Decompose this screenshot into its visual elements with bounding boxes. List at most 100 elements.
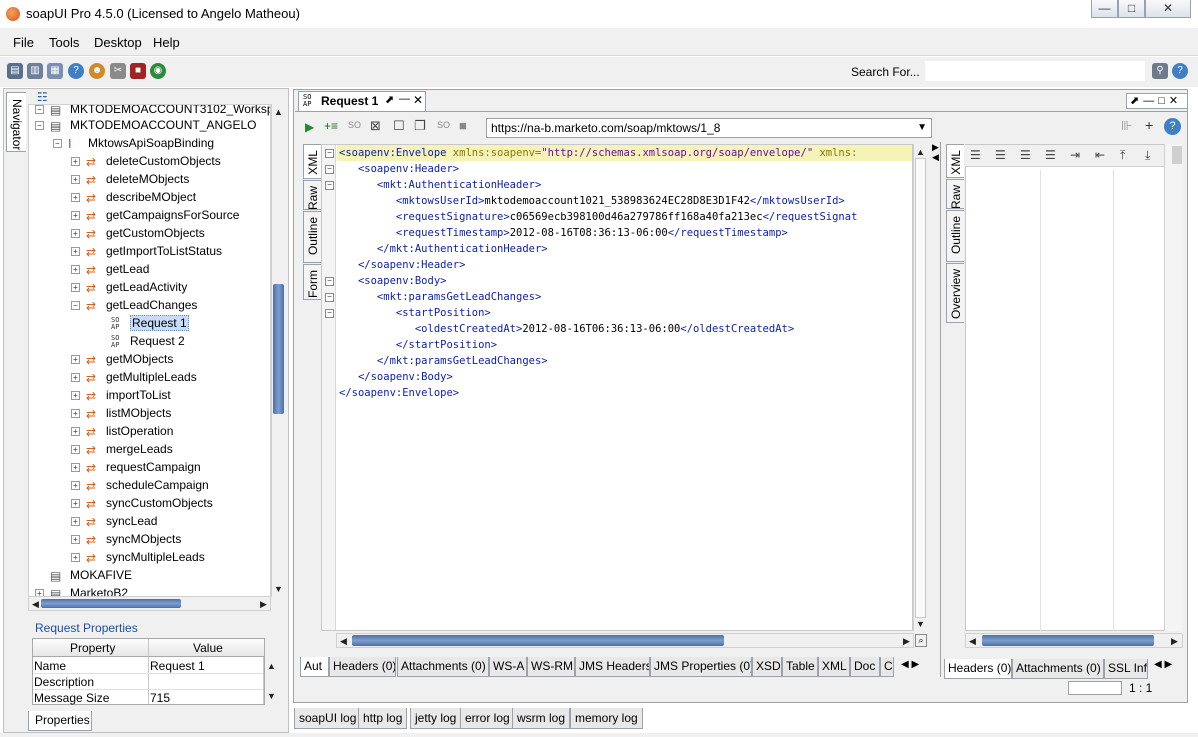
- binoculars-icon[interactable]: ⚲: [1152, 63, 1168, 79]
- indent-icon[interactable]: ⇥: [1070, 148, 1080, 162]
- response-tab-attachments[interactable]: Attachments (0): [1012, 659, 1104, 679]
- tree-item-operation[interactable]: + ⇄ importToList: [71, 386, 171, 404]
- users-icon[interactable]: ☻: [89, 63, 105, 79]
- property-value[interactable]: 715: [150, 691, 170, 705]
- add-icon[interactable]: +: [1145, 117, 1153, 133]
- help-icon[interactable]: ?: [1172, 63, 1188, 79]
- expand-icon[interactable]: +: [71, 193, 80, 203]
- tree-item-operation[interactable]: + ⇄ listMObjects: [71, 404, 171, 422]
- fold-icon[interactable]: −: [325, 181, 334, 190]
- tree-item-operation[interactable]: + ⇄ describeMObject: [71, 188, 196, 206]
- expand-icon[interactable]: +: [71, 445, 80, 455]
- outdent-icon[interactable]: ⇤: [1095, 148, 1105, 162]
- tab-outline[interactable]: Outline: [303, 211, 321, 263]
- collapse-all-icon[interactable]: ⤒: [1120, 148, 1125, 163]
- response-tab-raw[interactable]: Raw: [946, 179, 964, 209]
- tab-headers[interactable]: Headers (0): [329, 657, 396, 677]
- collapse-icon[interactable]: −: [53, 139, 62, 149]
- value-column-header[interactable]: Value: [193, 641, 223, 655]
- expand-icon[interactable]: +: [71, 157, 80, 167]
- scroll-up-icon[interactable]: ▲: [272, 105, 285, 119]
- fold-icon[interactable]: −: [325, 277, 334, 286]
- scroll-down-icon[interactable]: ▼: [914, 617, 927, 631]
- response-window-controls[interactable]: ⬈—□✕: [1126, 93, 1188, 109]
- log-tab-soapui[interactable]: soapUI log: [294, 708, 362, 729]
- tree-item-request-2[interactable]: SO AP Request 2: [111, 332, 185, 350]
- tree-item-operation[interactable]: + ⇄ getMObjects: [71, 350, 173, 368]
- tree-item-operation[interactable]: − ⇄ getLeadChanges: [71, 296, 197, 314]
- log-tab-error[interactable]: error log: [460, 708, 515, 729]
- tab-form[interactable]: Form: [303, 264, 321, 300]
- response-splitter[interactable]: [940, 142, 941, 677]
- clone-request-icon[interactable]: ❐: [414, 118, 426, 134]
- tree-options-icon[interactable]: ☷: [37, 90, 48, 104]
- navigator-scroll-thumb[interactable]: [273, 284, 284, 414]
- tabs-scroll-icon[interactable]: ◀ ▶: [901, 659, 919, 670]
- expand-icon[interactable]: +: [71, 355, 80, 365]
- expand-icon[interactable]: +: [71, 463, 80, 473]
- expand-icon[interactable]: +: [71, 553, 80, 563]
- tab-xml[interactable]: XML: [818, 657, 850, 677]
- tree-item-operation[interactable]: + ⇄ getCampaignsForSource: [71, 206, 239, 224]
- expand-icon[interactable]: +: [71, 265, 80, 275]
- close-icon[interactable]: ✕: [413, 93, 423, 107]
- tab-doc[interactable]: Doc: [850, 657, 880, 677]
- log-tab-wsrm[interactable]: wsrm log: [512, 708, 571, 729]
- expand-icon[interactable]: +: [71, 409, 80, 419]
- fold-icon[interactable]: −: [325, 165, 334, 174]
- collapse-icon[interactable]: −: [71, 301, 80, 311]
- expand-all-icon[interactable]: ⤓: [1145, 148, 1150, 163]
- expand-icon[interactable]: +: [71, 391, 80, 401]
- tree-item-operation[interactable]: + ⇄ getCustomObjects: [71, 224, 205, 242]
- submit-request-icon[interactable]: ▶: [305, 120, 314, 134]
- response-editor[interactable]: [965, 144, 1165, 631]
- response-tab-overview[interactable]: Overview: [946, 263, 964, 323]
- tree-item-operation[interactable]: + ⇄ getLeadActivity: [71, 278, 187, 296]
- property-value[interactable]: Request 1: [150, 659, 205, 673]
- tree-item-operation[interactable]: + ⇄ syncLead: [71, 512, 157, 530]
- tree-item-operation[interactable]: + ⇄ getImportToListStatus: [71, 242, 222, 260]
- scroll-left-icon[interactable]: ◀: [966, 634, 979, 648]
- editor-hscroll-thumb[interactable]: [352, 635, 724, 646]
- split-view-icon[interactable]: ☐: [393, 118, 405, 134]
- menu-tools[interactable]: Tools: [49, 35, 79, 50]
- property-column-header[interactable]: Property: [70, 641, 115, 655]
- import-project-icon[interactable]: ▥: [27, 63, 43, 79]
- recreate-request-icon[interactable]: SO: [437, 120, 450, 130]
- tree-item-request-1[interactable]: SO AP Request 1: [111, 314, 189, 332]
- save-all-icon[interactable]: ▦: [47, 63, 63, 79]
- expand-icon[interactable]: +: [71, 427, 80, 437]
- help-icon[interactable]: ?: [1164, 118, 1181, 135]
- add-assertion-icon[interactable]: ⊪: [1121, 118, 1132, 134]
- menu-file[interactable]: File: [13, 35, 34, 50]
- create-empty-request-icon[interactable]: ⊠: [370, 118, 381, 134]
- align-left-icon[interactable]: ☰: [970, 148, 981, 162]
- add-to-testcase-icon[interactable]: +≡: [324, 119, 338, 133]
- monitor-icon[interactable]: ■: [130, 63, 146, 79]
- scroll-left-icon[interactable]: ◀: [337, 634, 350, 648]
- expand-icon[interactable]: +: [71, 283, 80, 293]
- exit-icon[interactable]: ◉: [150, 63, 166, 79]
- response-tab-ssl-info[interactable]: SSL Inf: [1104, 659, 1148, 679]
- tree-item-operation[interactable]: + ⇄ deleteMObjects: [71, 170, 189, 188]
- zoom-icon[interactable]: ⌕: [915, 634, 927, 647]
- tab-raw[interactable]: Raw: [303, 180, 321, 210]
- scroll-right-icon[interactable]: ▶: [900, 634, 913, 648]
- scroll-right-icon[interactable]: ▶: [1168, 634, 1181, 648]
- response-tab-headers[interactable]: Headers (0): [944, 659, 1012, 679]
- collapse-icon[interactable]: −: [35, 105, 44, 115]
- tab-jms-headers[interactable]: JMS Headers: [575, 657, 650, 677]
- expand-icon[interactable]: +: [71, 211, 80, 221]
- fold-icon[interactable]: −: [325, 149, 334, 158]
- expand-icon[interactable]: +: [71, 535, 80, 545]
- chevron-down-icon[interactable]: ▼: [917, 119, 927, 137]
- search-input[interactable]: [925, 61, 1145, 81]
- new-project-icon[interactable]: ▤: [7, 63, 23, 79]
- editor-vscroll-thumb[interactable]: [915, 158, 926, 618]
- collapse-icon[interactable]: −: [35, 121, 44, 131]
- request-1-tab[interactable]: SO AP Request 1 ⬈ — ✕: [298, 91, 426, 111]
- close-button[interactable]: ✕: [1145, 0, 1191, 18]
- tab-auth[interactable]: Aut: [300, 657, 329, 677]
- tree-item-project[interactable]: − ▤ MKTODEMOACCOUNT_ANGELO: [35, 116, 256, 134]
- response-scroll-button[interactable]: [1172, 146, 1182, 164]
